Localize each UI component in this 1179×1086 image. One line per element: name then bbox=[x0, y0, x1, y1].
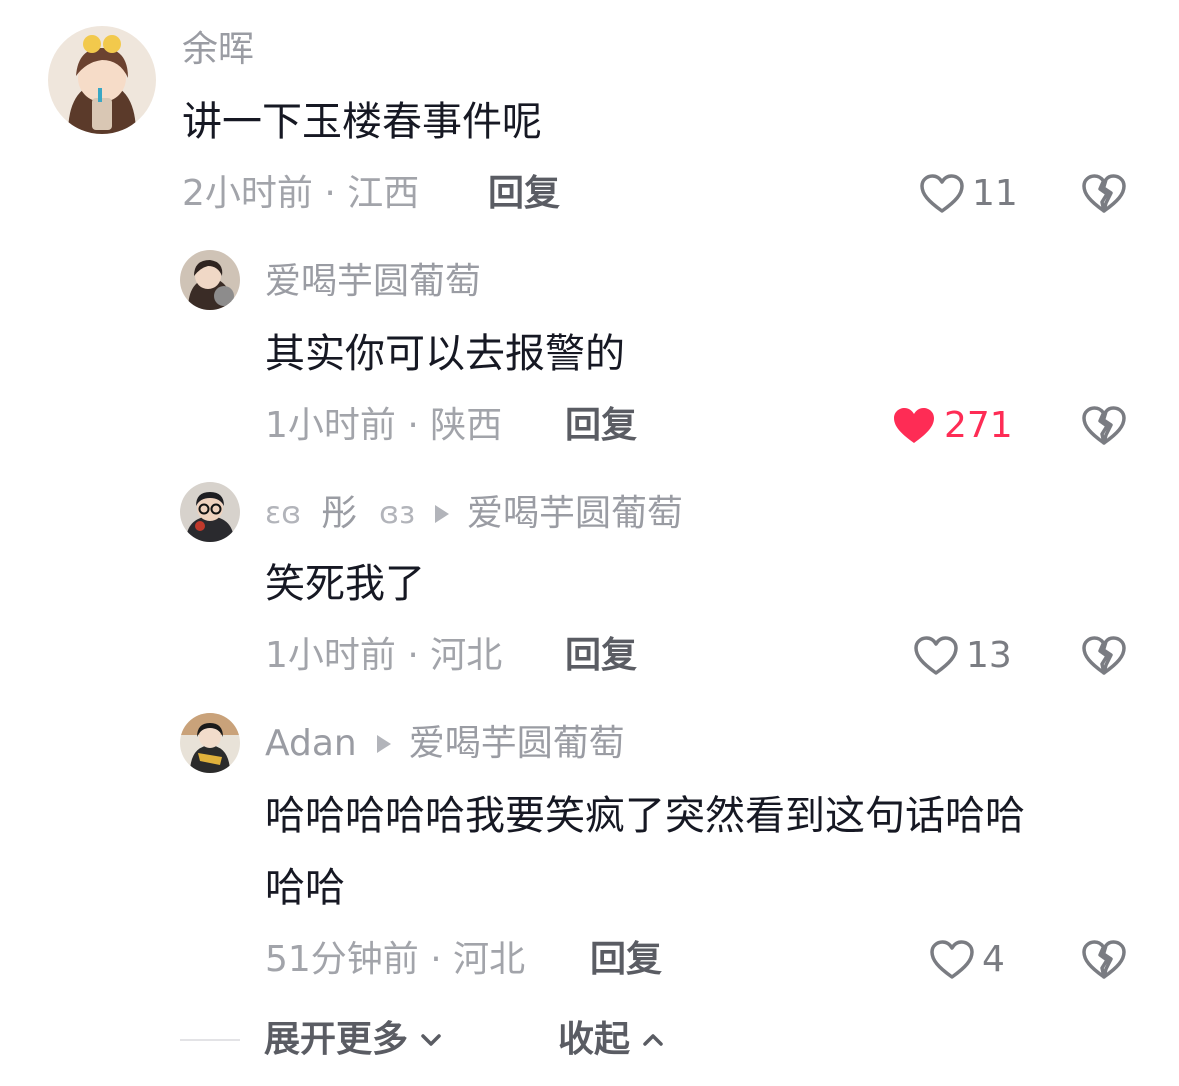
avatar[interactable] bbox=[180, 250, 240, 310]
broken-heart-icon bbox=[1082, 636, 1126, 675]
avatar[interactable] bbox=[180, 713, 240, 773]
reply-to-username[interactable]: 爱喝芋圆葡萄 bbox=[467, 496, 683, 532]
comment-meta: 2小时前 · 江西 bbox=[182, 173, 420, 214]
username-deco: ɛɞ bbox=[265, 496, 302, 531]
play-arrow-icon bbox=[376, 735, 391, 753]
heart-outline-icon bbox=[920, 174, 964, 213]
avatar[interactable] bbox=[48, 26, 156, 134]
username-row: ɛɞ 彤 ɞɜ 爱喝芋圆葡萄 bbox=[265, 496, 683, 532]
username[interactable]: Adan bbox=[265, 726, 357, 762]
comment-text-line: 哈哈 bbox=[265, 865, 345, 911]
username-row: Adan 爱喝芋圆葡萄 bbox=[265, 726, 625, 762]
like-button[interactable]: 11 bbox=[918, 170, 1018, 218]
username[interactable]: 爱喝芋圆葡萄 bbox=[265, 264, 481, 300]
heart-outline-icon bbox=[914, 636, 958, 675]
like-button[interactable]: 13 bbox=[912, 632, 1012, 680]
expand-more-button[interactable]: 展开更多 bbox=[264, 1022, 444, 1058]
reply-button[interactable]: 回复 bbox=[565, 638, 637, 674]
comment-text: 笑死我了 bbox=[265, 561, 425, 607]
reply-button[interactable]: 回复 bbox=[488, 176, 560, 212]
reply-button[interactable]: 回复 bbox=[590, 942, 662, 978]
like-count: 13 bbox=[966, 635, 1012, 676]
username[interactable]: 余晖 bbox=[182, 32, 254, 68]
like-count: 4 bbox=[982, 939, 1005, 980]
dislike-button[interactable] bbox=[1080, 632, 1128, 680]
chevron-up-icon bbox=[643, 1034, 663, 1046]
comment-meta: 51分钟前 · 河北 bbox=[265, 939, 526, 980]
collapse-label: 收起 bbox=[558, 1019, 631, 1060]
like-button[interactable]: 4 bbox=[928, 936, 1005, 984]
like-count: 11 bbox=[972, 173, 1018, 214]
comment-text: 其实你可以去报警的 bbox=[265, 331, 625, 377]
dislike-button[interactable] bbox=[1080, 936, 1128, 984]
heart-filled-icon bbox=[894, 408, 934, 443]
reply-button[interactable]: 回复 bbox=[565, 408, 637, 444]
divider bbox=[180, 1039, 240, 1041]
avatar[interactable] bbox=[180, 482, 240, 542]
collapse-button[interactable]: 收起 bbox=[558, 1022, 666, 1058]
dislike-button[interactable] bbox=[1080, 402, 1128, 450]
reply-to-username[interactable]: 爱喝芋圆葡萄 bbox=[409, 726, 625, 762]
username[interactable]: 彤 bbox=[321, 496, 357, 532]
chevron-down-icon bbox=[421, 1034, 441, 1046]
expand-more-label: 展开更多 bbox=[264, 1019, 409, 1060]
dislike-button[interactable] bbox=[1080, 170, 1128, 218]
heart-outline-icon bbox=[930, 940, 974, 979]
comment-text: 哈哈哈哈哈我要笑疯了突然看到这句话哈哈 哈哈 bbox=[265, 780, 1025, 924]
comment-meta: 1小时前 · 陕西 bbox=[265, 405, 503, 446]
comment-text: 讲一下玉楼春事件呢 bbox=[182, 99, 542, 145]
comment-meta: 1小时前 · 河北 bbox=[265, 635, 503, 676]
broken-heart-icon bbox=[1082, 406, 1126, 445]
broken-heart-icon bbox=[1082, 940, 1126, 979]
comment-text-line: 哈哈哈哈哈我要笑疯了突然看到这句话哈哈 bbox=[265, 793, 1025, 839]
like-count: 271 bbox=[944, 405, 1013, 446]
play-arrow-icon bbox=[435, 505, 450, 523]
like-button[interactable]: 271 bbox=[890, 402, 1013, 450]
username-deco: ɞɜ bbox=[379, 496, 416, 531]
broken-heart-icon bbox=[1082, 174, 1126, 213]
